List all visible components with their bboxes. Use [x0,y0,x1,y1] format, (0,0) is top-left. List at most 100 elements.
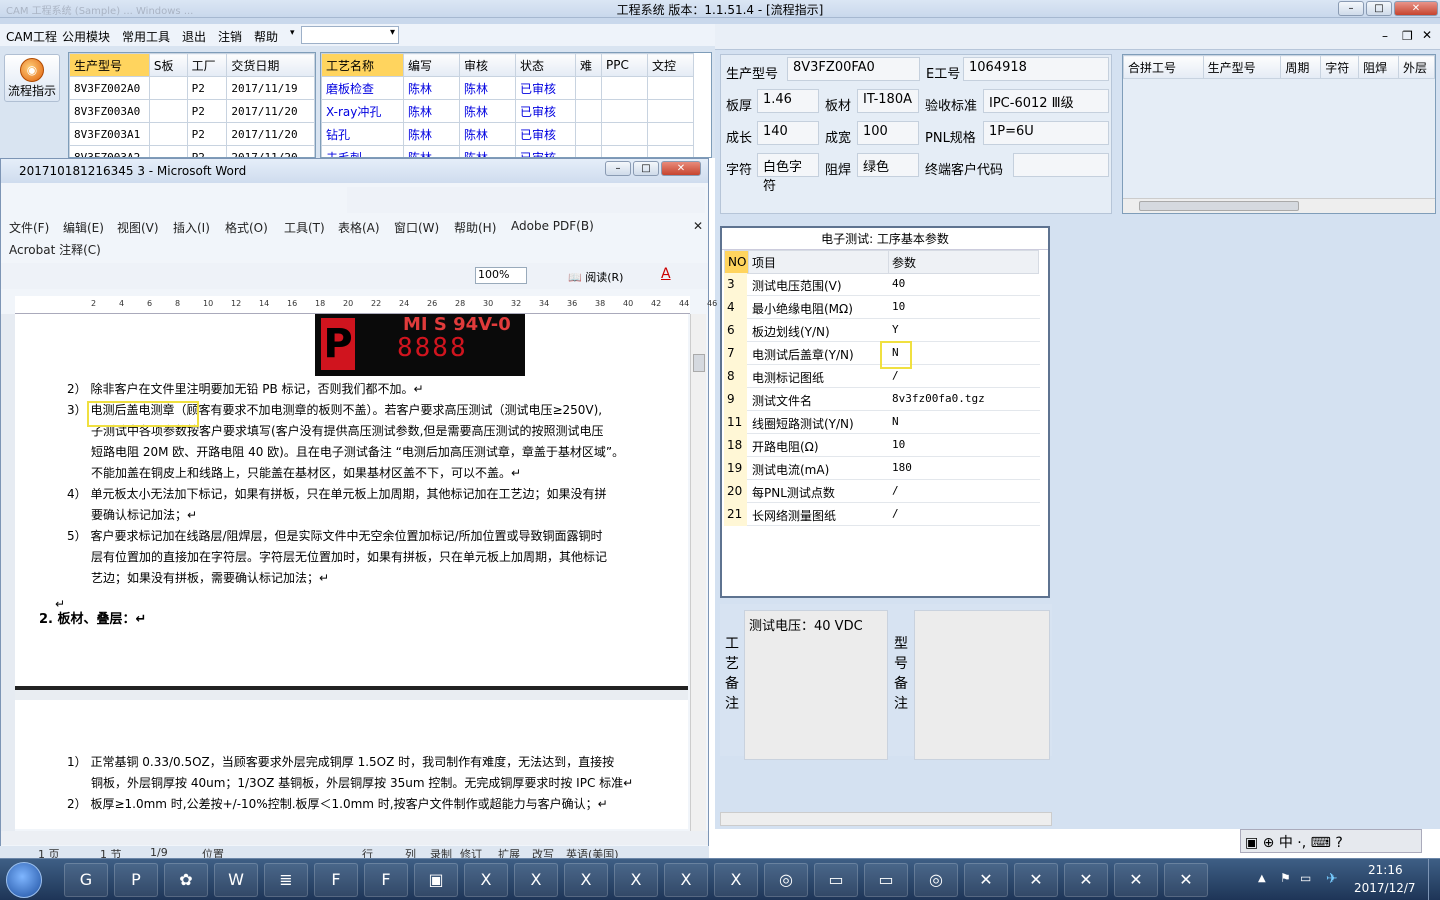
ime-bar[interactable]: ▣ ⊕ 中 ·, ⌨ ? [1240,829,1422,853]
word-maximize-button[interactable]: □ [633,161,659,176]
field-legend[interactable]: 白色字符 [757,153,819,194]
word-menu-pdf[interactable]: Adobe PDF(B) [511,219,594,233]
col-header[interactable]: 生产型号 [69,53,150,77]
shell-icon[interactable]: ✿ [164,863,208,897]
excel-icon[interactable]: X [664,863,708,897]
minimize-button[interactable]: – [1338,1,1364,16]
col-header[interactable]: 周期 [1280,55,1322,79]
col-header[interactable]: 生产型号 [1202,55,1282,79]
folder-x-icon[interactable]: ✕ [1114,863,1158,897]
word-menu-insert[interactable]: 插入(I) [173,219,210,236]
word-menu-format[interactable]: 格式(O) [225,219,268,236]
excel-icon[interactable]: X [614,863,658,897]
table-row[interactable]: 8V3FZ002A0 P2 2017/11/19 [69,76,315,100]
start-button[interactable] [6,862,42,898]
folder-x-icon[interactable]: ✕ [1064,863,1108,897]
proc-remark-text[interactable]: 测试电压：40 VDC [744,610,888,760]
etest-row[interactable]: 4 最小绝缘电阻(MΩ) 10 [724,296,1040,319]
image-icon[interactable]: ▭ [814,863,858,897]
toolbar-combo[interactable]: ▾ [301,26,399,44]
model-remark-text[interactable] [914,610,1050,760]
excel-icon[interactable]: X [564,863,608,897]
image-icon[interactable]: ▭ [864,863,908,897]
excel-icon[interactable]: X [514,863,558,897]
folder-x-icon[interactable]: ✕ [1164,863,1208,897]
field-customer-code[interactable] [1013,153,1109,177]
table-row[interactable]: 8V3FZ003A2 P2 2017/11/20 [69,145,315,157]
app-f-icon[interactable]: F [314,863,358,897]
clock-time[interactable]: 21:16 [1368,863,1403,877]
etest-row[interactable]: 18 开路电阻(Ω) 10 [724,434,1040,457]
col-header[interactable]: 项目 [748,250,889,274]
word-menu-edit[interactable]: 编辑(E) [63,219,104,236]
app-g-icon[interactable]: G [64,863,108,897]
table-row[interactable]: 钻孔 陈林 陈林 已审核 [321,122,694,146]
etest-row[interactable]: 21 长网络测量图纸 / [724,503,1040,526]
col-header[interactable]: 阻焊 [1358,55,1400,79]
notepad-icon[interactable]: ≣ [264,863,308,897]
word-menu-file[interactable]: 文件(F) [9,219,49,236]
field-thickness[interactable]: 1.46 [757,89,819,113]
clock-date[interactable]: 2017/12/7 [1354,881,1416,895]
field-soldermask[interactable]: 绿色 [857,153,919,177]
menu-exit[interactable]: 退出 [182,28,206,45]
col-header[interactable]: 参数 [888,250,1039,274]
word-horizontal-scrollbar[interactable] [1,831,708,845]
menu-cam[interactable]: CAM工程 [6,28,57,45]
col-header[interactable]: 编写 [403,53,460,77]
close-button[interactable]: ✕ [1394,1,1438,16]
folder-x-icon[interactable]: ✕ [964,863,1008,897]
field-pnl[interactable]: 1P=6U [983,121,1109,145]
remarks-hscrollbar[interactable] [720,812,1052,826]
display-icon[interactable]: ▭ [1300,871,1311,885]
col-header[interactable]: NO [724,250,749,274]
table-row[interactable]: 8V3FZ003A1 P2 2017/11/20 [69,122,315,146]
table-row[interactable]: X-ray冲孔 陈林 陈林 已审核 [321,99,694,123]
excel-icon[interactable]: X [464,863,508,897]
word-icon[interactable]: W [214,863,258,897]
font-color-icon[interactable]: A [661,266,671,282]
menu-public-modules[interactable]: 公用模块 [62,28,110,45]
cam-icon[interactable]: ◎ [764,863,808,897]
col-header[interactable]: 审核 [459,53,516,77]
word-minimize-button[interactable]: – [605,161,631,176]
word-menu-view[interactable]: 视图(V) [117,219,159,236]
col-header[interactable]: PPC [601,53,648,77]
word-vertical-scrollbar[interactable] [690,314,706,834]
col-header[interactable]: 外层 [1398,55,1435,79]
cam2-icon[interactable]: ◎ [914,863,958,897]
app-f2-icon[interactable]: F [364,863,408,897]
mdi-minimize-button[interactable]: – [1382,29,1388,43]
col-header[interactable]: 文控 [647,53,694,77]
word-close-button[interactable]: ✕ [661,161,701,176]
word-menu-acrobat[interactable]: Acrobat 注释(C) [9,241,101,258]
etest-row[interactable]: 11 线圈短路测试(Y/N) N [724,411,1040,434]
col-header[interactable]: 合拼工号 [1123,55,1204,79]
field-material[interactable]: IT-180A [857,89,919,113]
col-header[interactable]: 字符 [1320,55,1360,79]
etest-row[interactable]: 9 测试文件名 8v3fz00fa0.tgz [724,388,1040,411]
mdi-close-button[interactable]: ✕ [1422,28,1432,42]
app-p-icon[interactable]: P [114,863,158,897]
maximize-button[interactable]: □ [1366,1,1392,16]
menu-common-tools[interactable]: 常用工具 [122,28,170,45]
tray-arrow-icon[interactable]: ▲ [1258,873,1266,884]
document-page[interactable]: P MI S 94V-0 8888 2） 除非客户在文件里注明要加无铅 PB 标… [15,314,688,829]
col-header[interactable]: S板 [148,53,188,77]
field-eno[interactable]: 1064918 [963,57,1109,81]
table-row[interactable]: 去毛刺 陈林 陈林 已审核 [321,145,694,157]
excel-icon[interactable]: X [714,863,758,897]
word-menu-window[interactable]: 窗口(W) [394,219,439,236]
save-icon[interactable]: ▣ [414,863,458,897]
flow-indicator-button[interactable]: ◉ 流程指示 [4,54,60,102]
bird-icon[interactable]: ✈ [1326,871,1338,887]
menu-logout[interactable]: 注销 [218,28,242,45]
etest-row[interactable]: 3 测试电压范围(V) 40 [724,273,1040,296]
word-menu-help[interactable]: 帮助(H) [454,219,496,236]
field-width[interactable]: 100 [857,121,919,145]
network-icon[interactable]: ⚑ [1280,871,1291,885]
col-header[interactable]: 交货日期 [226,53,315,77]
word-menu-table[interactable]: 表格(A) [338,219,380,236]
reading-mode-button[interactable]: 📖 阅读(R) [568,269,623,285]
horizontal-scrollbar[interactable] [1123,198,1435,213]
